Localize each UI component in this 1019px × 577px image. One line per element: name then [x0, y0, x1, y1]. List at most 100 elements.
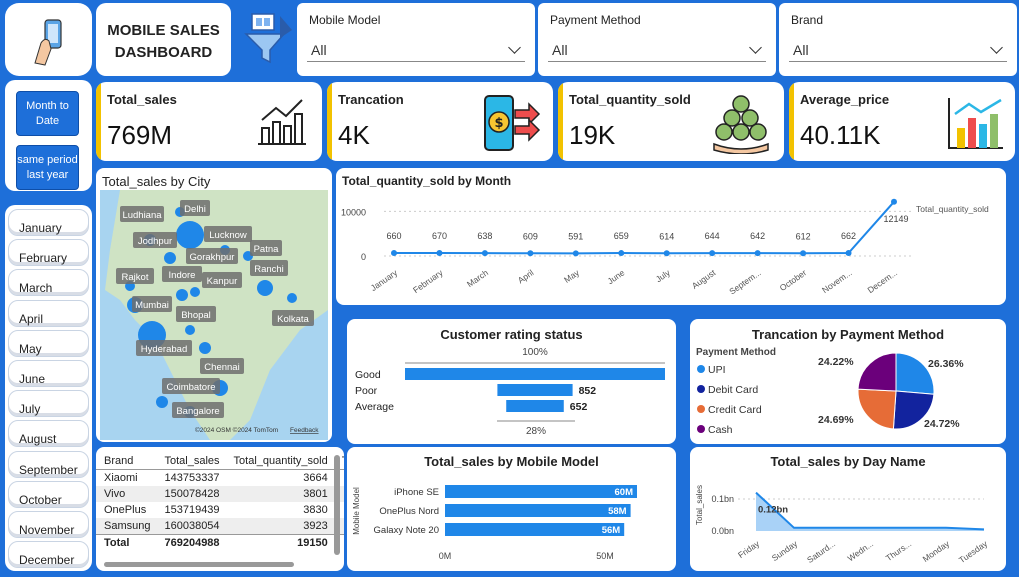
rating-bar[interactable]	[497, 384, 573, 396]
table-row[interactable]: Vivo 150078428 3801	[96, 486, 344, 502]
month-button-january[interactable]: January	[8, 209, 89, 236]
month-button-february[interactable]: February	[8, 239, 89, 267]
kpi-label: Total_sales	[107, 92, 177, 107]
city-label[interactable]: Gorakhpur	[190, 252, 235, 263]
data-point[interactable]	[436, 250, 443, 257]
data-point[interactable]	[891, 198, 897, 205]
month-button-september[interactable]: September	[8, 450, 89, 478]
map-card: Total_sales by City Ludhiana Delhi Jodhpur…	[96, 168, 332, 442]
data-point[interactable]	[618, 250, 625, 257]
table-row[interactable]: Samsung 160038054 3923	[96, 518, 344, 535]
city-label[interactable]: Jodhpur	[138, 236, 172, 247]
city-label[interactable]: Hyderabad	[141, 344, 187, 355]
city-label[interactable]: Lucknow	[209, 230, 247, 241]
quantity-line-chart[interactable]: 0 10000 660 January 670 February 638 March 609 Ap…	[336, 168, 1006, 305]
city-bubble[interactable]	[176, 221, 204, 249]
series-line[interactable]	[755, 491, 985, 531]
day-area-chart[interactable]: Total_sales 0.1bn 0.0bn 0.12bn Friday Sunday S…	[690, 447, 1006, 571]
city-label[interactable]: Bangalore	[176, 406, 219, 417]
table-cell: 3801	[303, 488, 328, 500]
month-button-june[interactable]: June	[8, 360, 89, 387]
vertical-scrollbar[interactable]	[334, 455, 340, 555]
data-label: 591	[568, 231, 583, 241]
data-point[interactable]	[527, 250, 534, 257]
coins-hand-icon	[713, 95, 769, 154]
slicer-mobile-model[interactable]: Mobile Model All	[297, 3, 535, 76]
city-label[interactable]: Ludhiana	[122, 210, 162, 221]
city-bubble[interactable]	[164, 252, 176, 264]
data-point[interactable]	[572, 250, 579, 257]
city-bubble[interactable]	[176, 289, 188, 301]
legend-item[interactable]: Debit Card	[708, 384, 758, 396]
month-button-august[interactable]: August	[8, 420, 89, 448]
rating-bar-chart[interactable]: 100% Good Poor 852 Average 652 28%	[347, 319, 676, 444]
city-map[interactable]: Ludhiana Delhi Jodhpur Lucknow Patna Gorakhpu…	[100, 190, 328, 440]
data-point[interactable]	[800, 250, 807, 257]
city-label[interactable]: Coimbatore	[166, 382, 215, 393]
city-bubble[interactable]	[257, 280, 273, 296]
chevron-down-icon[interactable]	[749, 41, 762, 54]
legend-item[interactable]: Cash	[708, 424, 733, 436]
month-button-july[interactable]: July	[8, 390, 89, 418]
map-feedback-link[interactable]: Feedback	[290, 427, 319, 434]
table-row[interactable]: OnePlus 153719439 3830	[96, 502, 344, 518]
model-bar-chart[interactable]: Mobile Model iPhone SE 60M OnePlus Nord 58M G…	[347, 447, 676, 571]
slicer-payment-method[interactable]: Payment Method All	[538, 3, 776, 76]
month-button-may[interactable]: May	[8, 329, 89, 357]
month-button-november[interactable]: November	[8, 511, 89, 538]
data-point[interactable]	[754, 250, 761, 257]
kpi-total-sales: Total_sales 769M	[96, 82, 322, 161]
model-bar[interactable]	[445, 504, 631, 517]
month-to-date-button[interactable]: Month to Date	[16, 91, 79, 136]
city-bubble[interactable]	[190, 287, 200, 297]
city-label[interactable]: Indore	[169, 270, 196, 281]
model-bar[interactable]	[445, 523, 625, 536]
same-period-last-year-button[interactable]: same period last year	[16, 145, 79, 190]
month-button-october[interactable]: October	[8, 480, 89, 508]
column-header[interactable]: Total_quantity_sold	[226, 453, 334, 470]
city-bubble[interactable]	[185, 325, 195, 335]
city-label[interactable]: Kanpur	[207, 276, 238, 287]
horizontal-scrollbar[interactable]	[104, 562, 294, 567]
legend-item[interactable]: UPI	[708, 364, 726, 376]
city-bubble[interactable]	[199, 342, 211, 354]
x-tick-label: March	[465, 267, 490, 289]
rating-bar[interactable]	[405, 368, 665, 380]
pie-slice[interactable]	[857, 352, 897, 392]
data-point[interactable]	[391, 250, 397, 257]
data-point[interactable]	[845, 250, 852, 257]
city-label[interactable]: Ranchi	[254, 264, 284, 275]
data-point[interactable]	[663, 250, 670, 257]
data-point[interactable]	[709, 250, 716, 257]
chevron-down-icon[interactable]	[508, 41, 521, 54]
table-row[interactable]: Xiaomi 143753337 3664	[96, 470, 344, 487]
city-label[interactable]: Patna	[254, 244, 280, 255]
rating-bar[interactable]	[506, 400, 564, 412]
payment-pie-chart[interactable]: Payment Method UPI Debit Card Credit Card Ca…	[690, 319, 1006, 444]
slicer-brand[interactable]: Brand All	[779, 3, 1017, 76]
slicer-dropdown[interactable]: All	[548, 34, 766, 62]
city-label[interactable]: Chennai	[204, 362, 239, 373]
svg-text:$: $	[494, 116, 503, 131]
total-cell: 769204988	[164, 537, 220, 549]
month-button-march[interactable]: March	[8, 269, 89, 297]
city-label[interactable]: Rajkot	[122, 272, 149, 283]
slicer-dropdown[interactable]: All	[307, 34, 525, 62]
slicer-dropdown[interactable]: All	[789, 34, 1007, 62]
column-header[interactable]: Brand	[96, 453, 156, 470]
column-header[interactable]: Total_sales	[156, 453, 225, 470]
city-label[interactable]: Mumbai	[135, 300, 169, 311]
city-bubble[interactable]	[156, 396, 168, 408]
city-label[interactable]: Kolkata	[277, 314, 309, 325]
chevron-down-icon[interactable]	[990, 41, 1003, 54]
legend-item[interactable]: Credit Card	[708, 404, 762, 416]
pie-slice[interactable]	[857, 388, 897, 430]
model-bar[interactable]	[445, 485, 637, 498]
month-button-april[interactable]: April	[8, 299, 89, 327]
city-label[interactable]: Bhopal	[181, 310, 211, 321]
city-bubble[interactable]	[287, 293, 297, 303]
data-point[interactable]	[481, 250, 488, 257]
kpi-value: 40.11K	[800, 120, 881, 150]
city-label[interactable]: Delhi	[184, 204, 206, 215]
month-button-december[interactable]: December	[8, 541, 89, 569]
